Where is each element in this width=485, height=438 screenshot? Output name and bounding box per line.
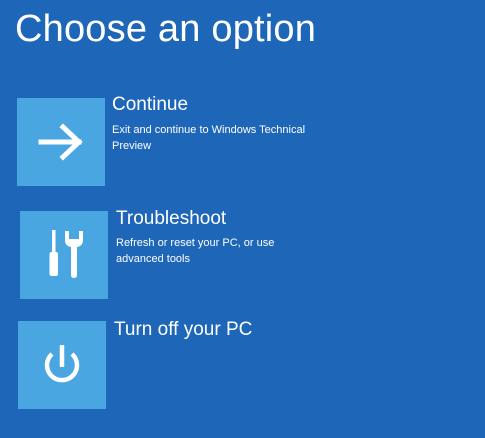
- continue-tile[interactable]: [17, 98, 105, 186]
- tools-icon: [49, 230, 83, 278]
- turn-off-tile[interactable]: [18, 321, 106, 409]
- continue-option[interactable]: Continue Exit and continue to Windows Te…: [17, 94, 327, 188]
- troubleshoot-option[interactable]: Troubleshoot Refresh or reset your PC, o…: [20, 208, 320, 301]
- troubleshoot-description: Refresh or reset your PC, or use advance…: [116, 237, 275, 265]
- troubleshoot-tile[interactable]: [20, 211, 108, 299]
- turn-off-title: Turn off your PC: [114, 319, 253, 340]
- turn-off-option[interactable]: Turn off your PC: [18, 319, 278, 411]
- troubleshoot-title: Troubleshoot: [116, 208, 227, 229]
- arrow-right-icon: [38, 123, 83, 161]
- continue-description: Exit and continue to Windows Technical P…: [112, 124, 306, 152]
- continue-title: Continue: [112, 94, 189, 115]
- page-title: Choose an option: [15, 8, 317, 50]
- power-icon: [44, 345, 80, 383]
